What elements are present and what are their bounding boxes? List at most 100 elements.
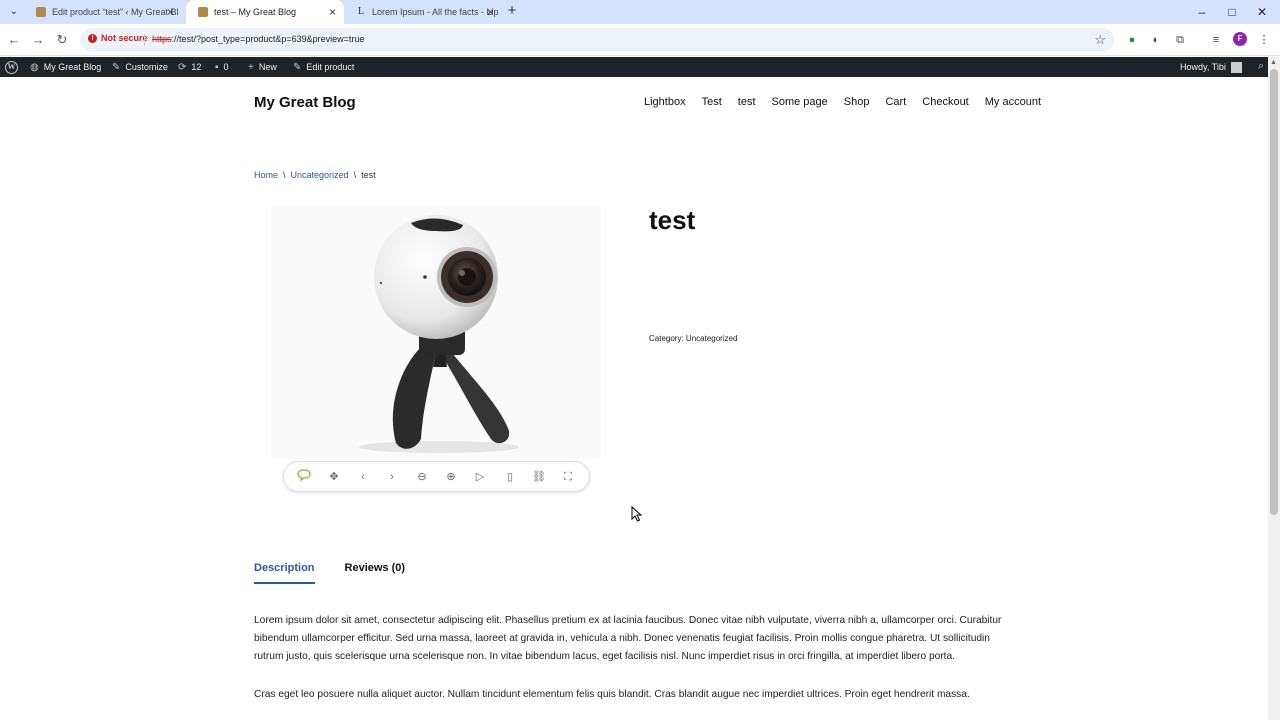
extension-icon[interactable]: ◐ bbox=[1148, 32, 1164, 48]
fullscreen-icon[interactable]: ⛶ bbox=[560, 469, 576, 485]
dashboard-icon: ◍ bbox=[30, 61, 39, 73]
lorem-icon: L bbox=[357, 6, 365, 17]
close-icon[interactable]: × bbox=[487, 5, 494, 19]
play-icon[interactable]: ▷ bbox=[472, 469, 488, 485]
admin-edit-label: Edit product bbox=[306, 62, 355, 72]
product-description: Lorem ipsum dolor sit amet, consectetur … bbox=[254, 612, 1014, 724]
forward-icon[interactable]: → bbox=[30, 32, 46, 48]
zoom-out-icon[interactable]: ⊖ bbox=[414, 469, 430, 485]
admin-site-name-label: My Great Blog bbox=[43, 62, 102, 72]
warning-icon: ! bbox=[88, 33, 97, 43]
admin-edit-product[interactable]: ✎ Edit product bbox=[293, 57, 354, 77]
link-icon[interactable]: ⛓ bbox=[531, 469, 547, 485]
nav-item-some-page[interactable]: Some page bbox=[772, 96, 828, 108]
maximize-icon[interactable]: □ bbox=[1224, 4, 1240, 20]
url-scheme: https bbox=[152, 34, 172, 44]
admin-customize[interactable]: ✎ Customize bbox=[112, 57, 168, 77]
description-paragraph: Cras eget leo posuere nulla aliquet auct… bbox=[254, 689, 970, 700]
nav-item-lightbox[interactable]: Lightbox bbox=[644, 96, 686, 108]
admin-account[interactable]: Howdy, Tibi bbox=[1180, 57, 1242, 77]
scroll-up-icon[interactable]: ▲ bbox=[1270, 59, 1277, 66]
tab-search-icon[interactable]: ⌄ bbox=[6, 4, 22, 20]
avatar bbox=[1230, 61, 1242, 73]
admin-updates[interactable]: ⟳ 12 bbox=[178, 57, 201, 77]
nav-item-my-account[interactable]: My account bbox=[985, 96, 1041, 108]
comment-bubble-icon: ▪ bbox=[215, 61, 219, 73]
grammarly-icon[interactable]: ● bbox=[1124, 32, 1140, 48]
plus-icon: + bbox=[248, 61, 254, 73]
pencil-icon: ✎ bbox=[293, 61, 302, 73]
tab-title: Edit product “test” ‹ My Great Bl bbox=[52, 7, 179, 17]
admin-site-name[interactable]: ◍ My Great Blog bbox=[30, 57, 101, 77]
page-scrollbar[interactable]: ▲ bbox=[1268, 57, 1280, 720]
wp-logo-menu[interactable]: W bbox=[5, 57, 18, 77]
reading-list-icon[interactable]: ≡ bbox=[1208, 32, 1224, 48]
browser-toolbar: ← → ↻ ! Not secure https://test/?post_ty… bbox=[0, 24, 1280, 56]
wordpress-icon bbox=[198, 7, 208, 17]
category-label: Category: bbox=[649, 334, 684, 343]
new-tab-button[interactable]: + bbox=[504, 3, 520, 19]
move-icon[interactable]: ✥ bbox=[326, 469, 342, 485]
wordpress-logo-icon: W bbox=[5, 60, 18, 74]
browser-tab-edit-product[interactable]: Edit product “test” ‹ My Great Bl × bbox=[24, 0, 182, 24]
breadcrumb-separator: \ bbox=[353, 170, 357, 180]
breadcrumb-category[interactable]: Uncategorized bbox=[291, 170, 349, 180]
security-label: Not secure bbox=[101, 33, 148, 43]
breadcrumb-current: test bbox=[361, 170, 376, 180]
zoom-in-icon[interactable]: ⊕ bbox=[443, 469, 459, 485]
reload-icon[interactable]: ↻ bbox=[54, 32, 70, 48]
minimize-icon[interactable]: – bbox=[1194, 4, 1210, 20]
nav-item-cart[interactable]: Cart bbox=[885, 96, 906, 108]
site-title[interactable]: My Great Blog bbox=[254, 94, 356, 111]
browser-tab-lorem-ipsum[interactable]: L Lorem Ipsum - All the facts - Lip × bbox=[344, 0, 502, 24]
category-link[interactable]: Uncategorized bbox=[686, 334, 738, 343]
breadcrumb-home[interactable]: Home bbox=[254, 170, 278, 180]
next-icon[interactable]: › bbox=[384, 469, 400, 485]
camera-image bbox=[359, 215, 519, 453]
admin-new[interactable]: + New bbox=[248, 57, 277, 77]
admin-customize-label: Customize bbox=[125, 62, 168, 72]
admin-updates-count: 12 bbox=[191, 62, 202, 72]
mouse-cursor-icon bbox=[631, 506, 643, 522]
admin-comments[interactable]: ▪ 0 bbox=[215, 57, 229, 77]
main-navigation: Lightbox Test test Some page Shop Cart C… bbox=[644, 96, 1041, 108]
admin-new-label: New bbox=[258, 62, 277, 72]
browser-tab-product-preview[interactable]: test – My Great Blog × bbox=[186, 0, 344, 24]
thumbnails-icon[interactable]: ▯ bbox=[502, 469, 518, 485]
window-close-icon[interactable]: ✕ bbox=[1254, 4, 1270, 20]
tab-reviews[interactable]: Reviews (0) bbox=[345, 562, 406, 584]
profile-avatar[interactable]: F bbox=[1233, 32, 1247, 46]
back-icon[interactable]: ← bbox=[6, 32, 22, 48]
security-indicator[interactable]: ! Not secure bbox=[88, 33, 148, 43]
lightbox-toolbar: ✥ ‹ › ⊖ ⊕ ▷ ▯ ⛓ ⛶ bbox=[283, 461, 590, 492]
description-paragraph: Lorem ipsum dolor sit amet, consectetur … bbox=[254, 615, 1002, 662]
url-text[interactable]: https://test/?post_type=product&p=639&pr… bbox=[152, 34, 364, 44]
prev-icon[interactable]: ‹ bbox=[355, 469, 371, 485]
comment-icon[interactable] bbox=[296, 469, 312, 485]
close-icon[interactable]: × bbox=[329, 5, 336, 19]
tab-description[interactable]: Description bbox=[254, 562, 315, 584]
product-title: test bbox=[649, 205, 696, 235]
admin-howdy-label: Howdy, Tibi bbox=[1180, 62, 1226, 72]
admin-comments-count: 0 bbox=[223, 62, 229, 72]
menu-dots-icon[interactable]: ⋮ bbox=[1256, 32, 1272, 48]
bookmark-star-icon[interactable]: ☆ bbox=[1094, 32, 1106, 48]
omnibox-divider bbox=[144, 34, 145, 46]
nav-item-shop[interactable]: Shop bbox=[844, 96, 870, 108]
product-image[interactable] bbox=[271, 207, 601, 459]
tab-title: test – My Great Blog bbox=[214, 7, 297, 17]
nav-item-test[interactable]: Test bbox=[702, 96, 722, 108]
wordpress-icon bbox=[36, 7, 46, 17]
puzzle-icon[interactable]: ⧉ bbox=[1172, 32, 1188, 48]
address-bar[interactable]: ! Not secure https://test/?post_type=pro… bbox=[80, 28, 1114, 52]
breadcrumb-separator: \ bbox=[283, 170, 286, 180]
nav-item-test-lower[interactable]: test bbox=[738, 96, 756, 108]
product-tabs: Description Reviews (0) bbox=[254, 562, 435, 584]
search-icon[interactable]: ⌕ bbox=[1258, 60, 1264, 73]
product-meta: Category: Uncategorized bbox=[649, 334, 738, 343]
breadcrumb: Home \ Uncategorized \ test bbox=[254, 170, 376, 180]
scrollbar-thumb[interactable] bbox=[1270, 69, 1278, 515]
nav-item-checkout[interactable]: Checkout bbox=[922, 96, 968, 108]
close-icon[interactable]: × bbox=[167, 5, 174, 19]
updates-icon: ⟳ bbox=[178, 61, 187, 73]
